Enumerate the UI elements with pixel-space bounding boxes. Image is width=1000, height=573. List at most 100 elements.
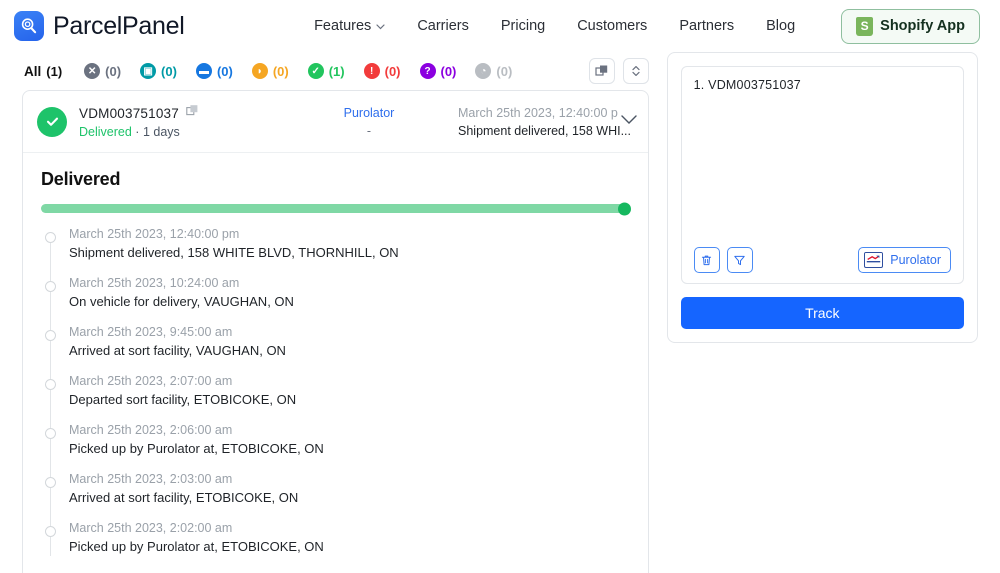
tab-delivered[interactable]: ✓ (1) (307, 63, 345, 79)
nav-label: Customers (577, 18, 648, 34)
nav-item-blog[interactable]: Blog (766, 18, 795, 34)
carrier-link[interactable]: Purolator (344, 106, 395, 120)
carrier-select-button[interactable]: Purolator (858, 247, 951, 273)
event-time: March 25th 2023, 2:07:00 am (69, 374, 233, 388)
carrier-cell: Purolator - (294, 106, 444, 138)
event-time: March 25th 2023, 10:24:00 am (69, 276, 240, 290)
truck-icon: ▬ (195, 63, 212, 79)
exclamation-circle-icon: ! (363, 63, 380, 79)
timeline-event: March 25th 2023, 2:06:00 am Picked up by… (45, 423, 630, 472)
check-circle-icon (37, 106, 67, 137)
status-filter-tabs: All (1) ✕ (0) ▣ (0) ▬ (0) ◗ (0) ✓ (1) ! … (22, 52, 649, 90)
package-icon: ▣ (140, 63, 157, 79)
tab-exception[interactable]: ! (0) (363, 63, 401, 79)
shopify-app-button[interactable]: S Shopify App (841, 8, 980, 44)
nav-item-carriers[interactable]: Carriers (417, 18, 469, 34)
event-description: Picked up by Purolator at, ETOBICOKE, ON (69, 539, 324, 554)
event-time: March 25th 2023, 2:03:00 am (69, 472, 233, 486)
check-circle-icon: ✓ (307, 63, 324, 79)
timeline-bullet (45, 379, 56, 390)
chevron-down-icon[interactable] (620, 113, 638, 131)
transit-days: 1 days (142, 125, 180, 139)
tab-pending[interactable]: ▣ (0) (140, 63, 177, 79)
tab-out-for-delivery[interactable]: ◗ (0) (251, 63, 289, 79)
progress-knob (617, 202, 631, 215)
event-description: On vehicle for delivery, VAUGHAN, ON (69, 294, 294, 309)
nav-item-features[interactable]: Features (314, 18, 385, 34)
nav-label: Blog (766, 18, 796, 34)
trash-icon[interactable] (693, 247, 720, 273)
brand-logo-group[interactable]: ParcelPanel (14, 11, 185, 41)
tab-in-transit[interactable]: ▬ (0) (195, 63, 233, 79)
tab-out-for-delivery-count: (0) (272, 63, 289, 79)
timeline-bullet (45, 526, 56, 537)
purolator-logo-icon (864, 252, 884, 268)
shipment-identity: VDM003751037 Delivered · 1 days (79, 104, 294, 139)
timeline-event: March 25th 2023, 2:02:00 am Picked up by… (45, 521, 630, 570)
shopify-bag-icon: S (856, 16, 874, 36)
status-separator: · (135, 125, 140, 139)
tracking-numbers-input[interactable]: 1. VDM003751037 Purolator (680, 66, 964, 284)
track-button[interactable]: Track (680, 297, 964, 329)
nav-label: Features (314, 18, 372, 34)
tracking-input-column: 1. VDM003751037 Purolator Track (666, 52, 978, 343)
x-circle-icon: ✕ (84, 63, 101, 79)
input-tools: Purolator (693, 247, 951, 273)
magnifier-icon (14, 11, 44, 41)
nav-label: Carriers (417, 18, 469, 34)
timeline-bullet (45, 477, 56, 488)
nav-label: Partners (679, 18, 735, 34)
entry-value: VDM003751037 (708, 78, 801, 92)
question-circle-icon: ? (419, 63, 436, 79)
top-navigation-bar: ParcelPanel Features Carriers Pricing Cu… (0, 0, 1000, 52)
tab-info-received-count: (0) (496, 63, 513, 79)
main-content: All (1) ✕ (0) ▣ (0) ▬ (0) ◗ (0) ✓ (1) ! … (0, 52, 1000, 573)
timeline-event: March 25th 2023, 9:45:00 am Arrived at s… (45, 325, 630, 374)
layers-copy-icon[interactable] (588, 58, 615, 84)
main-nav: Features Carriers Pricing Customers Part… (314, 8, 980, 44)
delivery-progress-bar (41, 202, 631, 215)
tab-all[interactable]: All (1) (24, 64, 62, 79)
nav-label: Pricing (500, 18, 546, 34)
tab-exception-count: (0) (384, 63, 401, 79)
nav-item-customers[interactable]: Customers (577, 18, 647, 34)
timeline-event: March 25th 2023, 2:03:00 am Arrived at s… (45, 472, 630, 521)
tab-failed-attempt[interactable]: ? (0) (419, 63, 456, 79)
tab-all-count: (1) (46, 63, 63, 79)
timeline-bullet (45, 428, 56, 439)
tracking-panel: 1. VDM003751037 Purolator Track (666, 52, 978, 343)
page-title: Delivered (41, 169, 121, 189)
event-time: March 25th 2023, 9:45:00 am (69, 325, 233, 339)
nav-item-pricing[interactable]: Pricing (501, 18, 545, 34)
brand-name: ParcelPanel (53, 11, 185, 40)
tab-pending-count: (0) (161, 63, 177, 79)
event-description: Arrived at sort facility, VAUGHAN, ON (69, 343, 286, 358)
shopify-app-label: Shopify App (880, 18, 965, 34)
event-time: March 25th 2023, 2:06:00 am (69, 423, 233, 437)
list-tools (588, 58, 649, 84)
last-update-time: March 25th 2023, 12:40:00 p (458, 105, 618, 120)
carrier-select-label: Purolator (890, 253, 941, 267)
last-update-text: Shipment delivered, 158 WHI... (458, 123, 631, 138)
event-description: Shipment delivered, 158 WHITE BLVD, THOR… (69, 245, 399, 260)
tab-info-received[interactable]: ◔ (0) (475, 63, 512, 79)
nav-item-partners[interactable]: Partners (679, 18, 734, 34)
tab-expired-count: (0) (105, 63, 122, 79)
shipment-card: VDM003751037 Delivered · 1 days Purolato… (22, 90, 649, 573)
tab-all-label: All (24, 63, 42, 79)
timeline-bullet (45, 232, 56, 243)
timeline-event: March 25th 2023, 12:40:00 pm Shipment de… (45, 227, 630, 276)
event-time: March 25th 2023, 12:40:00 pm (69, 227, 240, 241)
timeline-event: March 25th 2023, 10:24:00 am On vehicle … (45, 276, 630, 325)
event-description: Picked up by Purolator at, ETOBICOKE, ON (69, 441, 324, 456)
last-update-cell: March 25th 2023, 12:40:00 p Shipment del… (444, 106, 632, 138)
timeline-bullet (45, 281, 56, 292)
chevron-up-down-icon[interactable] (622, 58, 649, 84)
shipment-card-header[interactable]: VDM003751037 Delivered · 1 days Purolato… (23, 91, 648, 153)
filter-icon[interactable] (726, 247, 753, 273)
clock-icon: ◔ (475, 63, 492, 79)
event-description: Arrived at sort facility, ETOBICOKE, ON (69, 490, 299, 505)
tracking-entry: 1. VDM003751037 (694, 78, 951, 92)
tab-expired[interactable]: ✕ (0) (84, 63, 121, 79)
copy-icon[interactable] (186, 104, 199, 122)
